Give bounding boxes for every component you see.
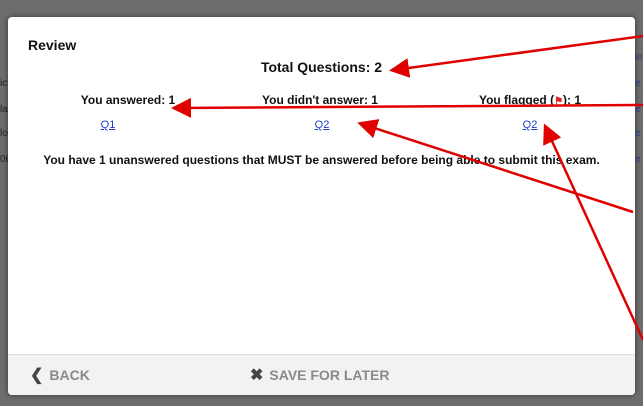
save-for-later-label: SAVE FOR LATER [269, 367, 390, 383]
close-x-icon: ✖ [250, 367, 264, 384]
flagged-question-link[interactable]: Q2 [510, 119, 550, 131]
total-questions: Total Questions: 2 [260, 59, 383, 75]
unanswered-count: You didn't answer: 1 [262, 93, 378, 107]
save-for-later-button[interactable]: ✖ SAVE FOR LATER [250, 365, 389, 385]
answered-question-link[interactable]: Q1 [88, 119, 128, 131]
flagged-count: You flagged (⚑): 1 [430, 93, 630, 107]
modal-title: Review [28, 37, 77, 53]
review-modal: Review Total Questions: 2 You answered: … [8, 17, 635, 395]
unanswered-question-link[interactable]: Q2 [302, 119, 342, 131]
flagged-prefix: You flagged ( [478, 93, 555, 107]
flag-icon: ⚑ [554, 96, 564, 107]
answered-count: You answered: 1 [80, 93, 176, 107]
back-button-label: BACK [49, 367, 90, 383]
back-button[interactable]: ❮ BACK [30, 365, 90, 385]
flagged-suffix: ): 1 [563, 93, 582, 107]
chevron-left-icon: ❮ [30, 367, 44, 384]
unanswered-warning-message: You have 1 unanswered questions that MUS… [43, 153, 600, 167]
modal-footer: ❮ BACK ✖ SAVE FOR LATER [8, 354, 635, 395]
